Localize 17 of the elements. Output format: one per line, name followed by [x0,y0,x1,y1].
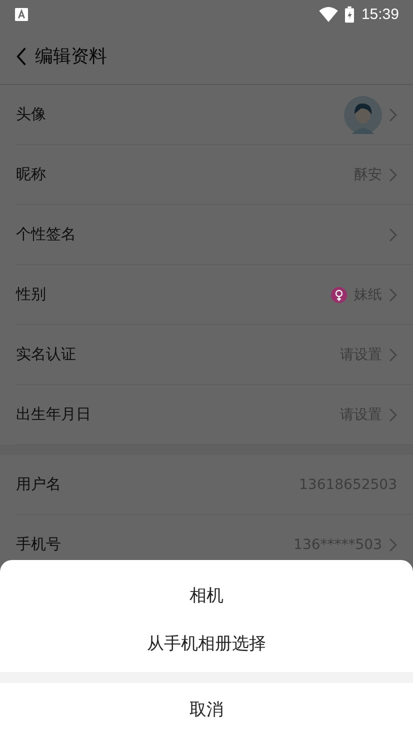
battery-icon [345,6,354,22]
notification-icon [15,8,28,20]
row-label: 手机号 [16,535,61,554]
settings-row[interactable]: 头像 [16,85,413,145]
row-label: 个性签名 [16,225,76,244]
back-icon[interactable] [16,46,27,66]
wifi-icon [319,6,338,22]
status-time: 15:39 [361,6,399,22]
row-label: 性别 [16,285,46,304]
row-label: 出生年月日 [16,405,91,424]
settings-row[interactable]: 个性签名 [16,205,413,265]
row-label: 头像 [16,105,46,124]
row-label: 昵称 [16,165,46,184]
page-title: 编辑资料 [35,45,107,68]
row-label: 用户名 [16,475,61,494]
row-label: 实名认证 [16,345,76,364]
avatar-icon [344,96,382,134]
